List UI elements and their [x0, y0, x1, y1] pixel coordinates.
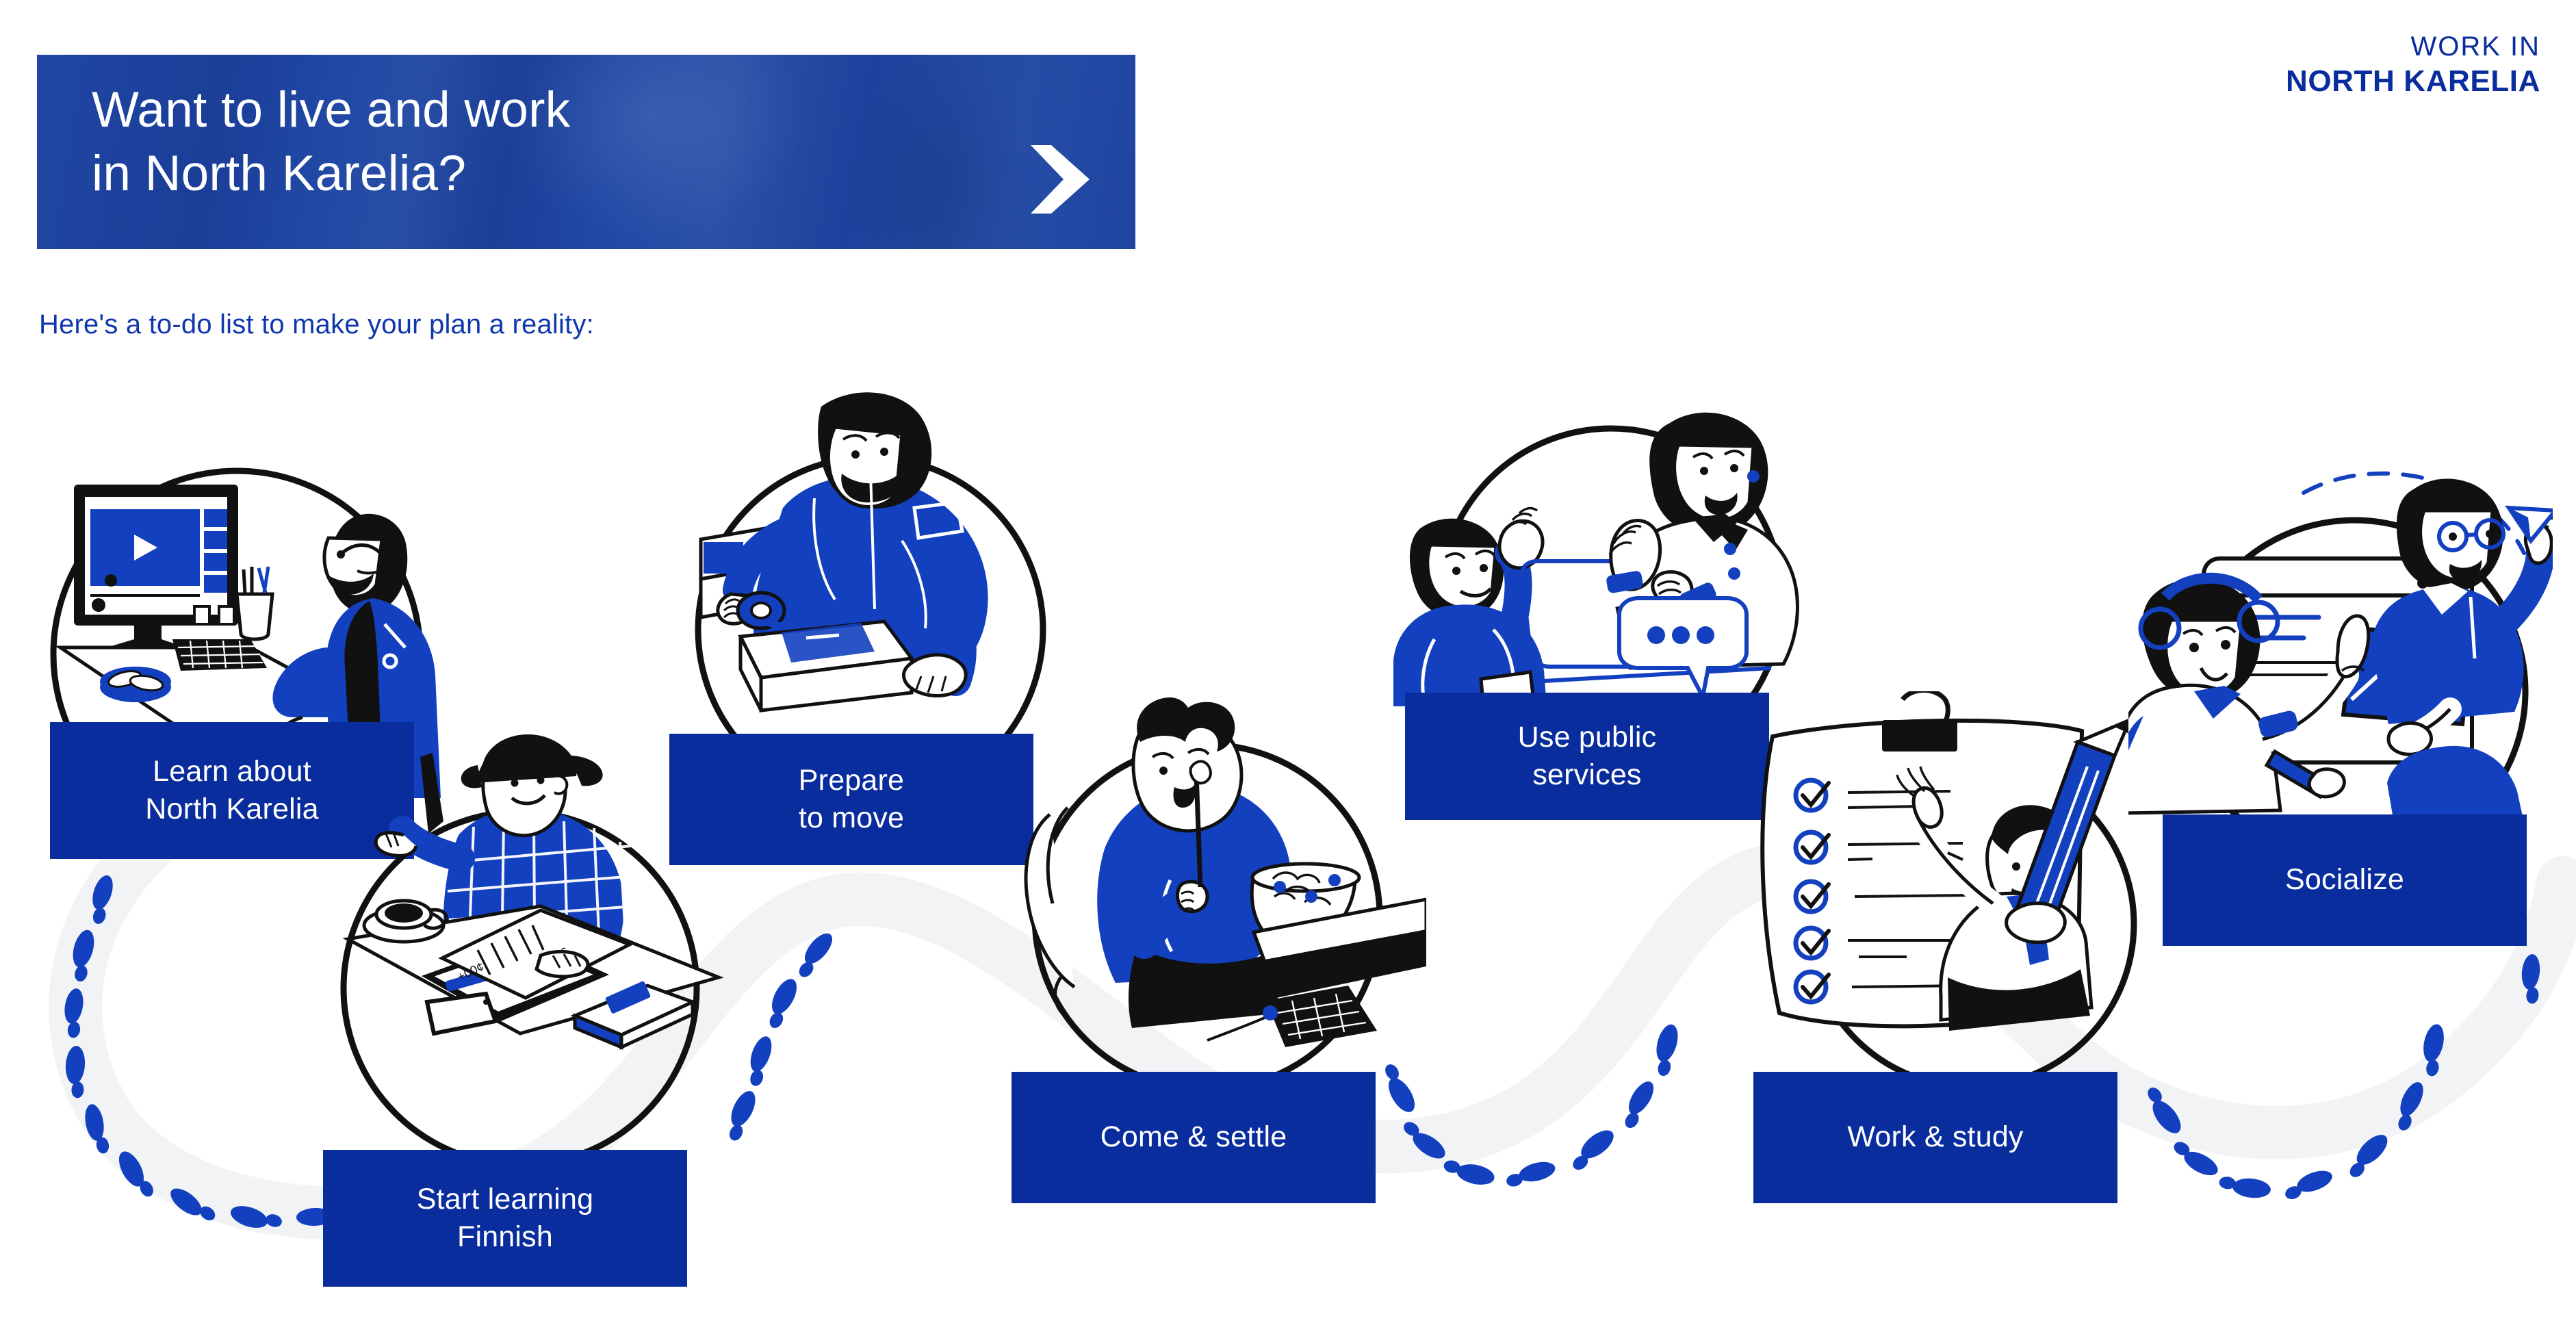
header-banner[interactable]: Want to live and work in North Karelia?: [37, 55, 1135, 249]
step-label-start-learning-finnish[interactable]: Start learning Finnish: [323, 1150, 687, 1287]
work-in-north-karelia-logo[interactable]: WORK IN NORTH KARELIA: [2286, 33, 2540, 97]
logo-line-work-in: WORK IN: [2410, 31, 2540, 62]
chevron-right-icon[interactable]: [1021, 141, 1096, 218]
step-label-socialize[interactable]: Socialize: [2163, 814, 2527, 946]
step-label-use-public-services[interactable]: Use public services: [1405, 693, 1769, 820]
page-title: Want to live and work in North Karelia?: [92, 82, 571, 202]
logo-line-north-karelia: NORTH KARELIA: [2285, 64, 2540, 98]
step-label-work-and-study[interactable]: Work & study: [1753, 1072, 2117, 1203]
subtitle-text: Here's a to-do list to make your plan a …: [39, 309, 594, 339]
step-illustration-work-and-study: [1745, 691, 2169, 1116]
step-label-come-and-settle[interactable]: Come & settle: [1012, 1072, 1376, 1203]
step-illustration-come-and-settle: [1002, 691, 1426, 1116]
step-label-prepare-to-move[interactable]: Prepare to move: [669, 734, 1033, 865]
